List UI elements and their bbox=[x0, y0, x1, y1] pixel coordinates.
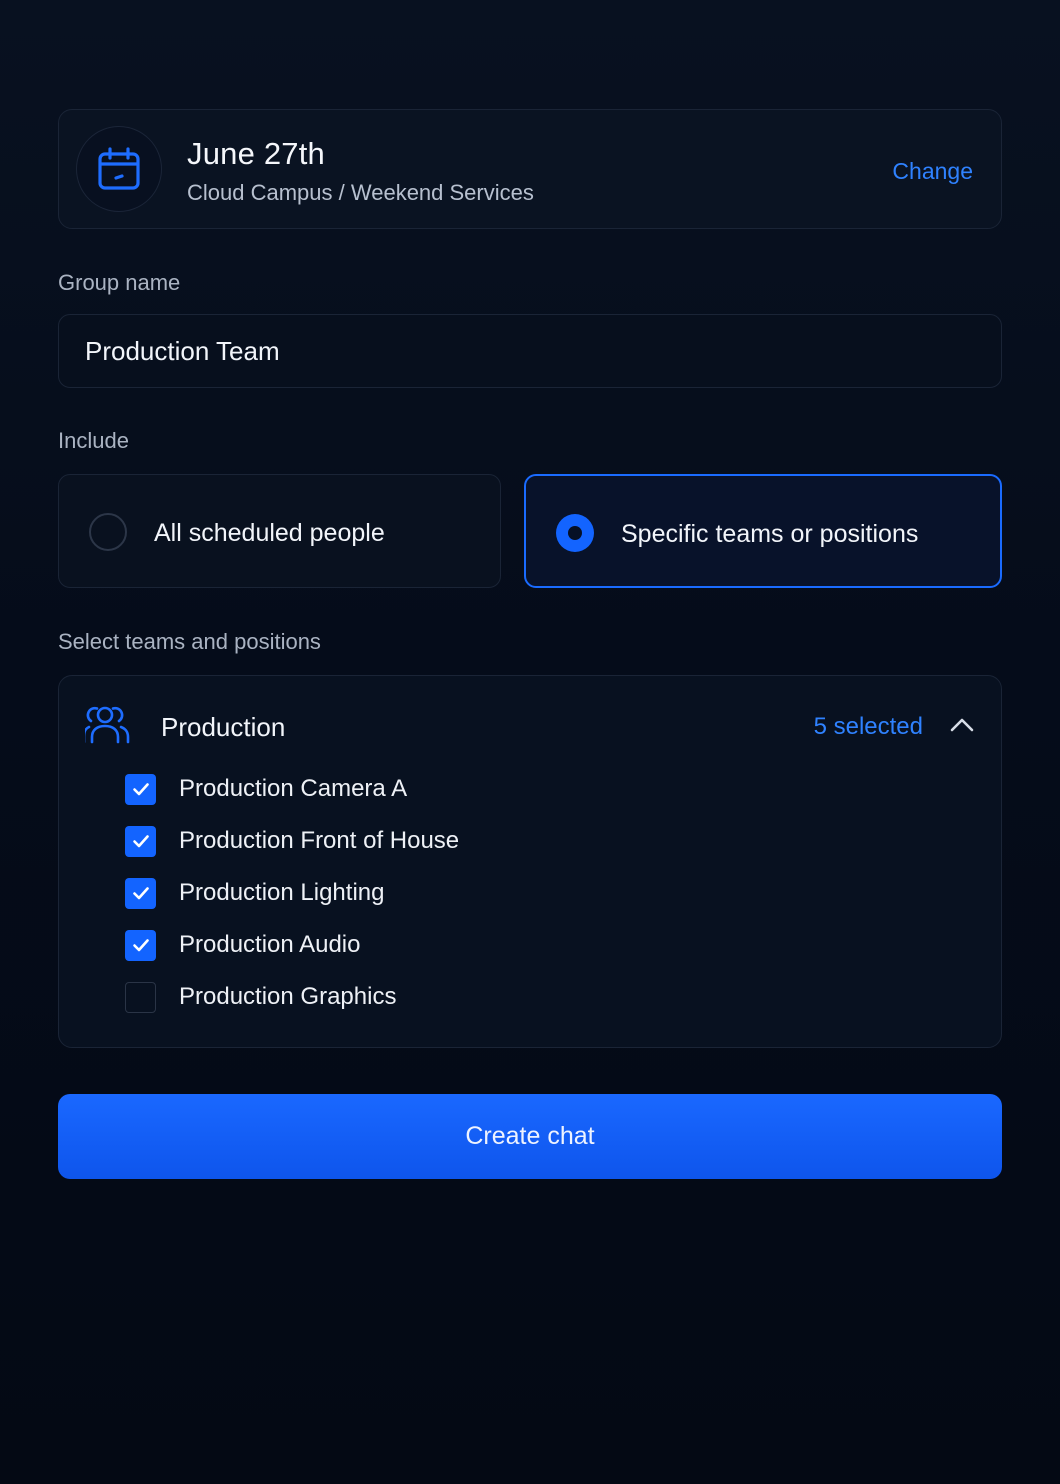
checkbox-checked[interactable] bbox=[125, 929, 156, 961]
team-item-label: Production Camera A bbox=[179, 775, 408, 802]
check-icon bbox=[132, 939, 149, 952]
event-icon-circle bbox=[76, 126, 162, 212]
teams-group-card: Production 5 selected Production Camera … bbox=[58, 675, 1002, 1048]
radio-selected-icon bbox=[556, 514, 594, 552]
team-item[interactable]: Production Lighting bbox=[125, 877, 384, 909]
team-item-label: Production Audio bbox=[179, 931, 361, 958]
checkbox-checked[interactable] bbox=[125, 877, 156, 909]
check-icon bbox=[132, 783, 149, 796]
check-icon bbox=[132, 887, 149, 900]
team-item-label: Production Graphics bbox=[179, 983, 397, 1010]
option-specific-teams[interactable]: Specific teams or positions bbox=[524, 474, 1002, 588]
create-group-chat-form: June 27th Cloud Campus / Weekend Service… bbox=[0, 0, 1060, 1484]
event-card: June 27th Cloud Campus / Weekend Service… bbox=[58, 109, 1002, 229]
people-icon bbox=[85, 706, 130, 744]
team-item-label: Production Lighting bbox=[179, 879, 385, 906]
team-item[interactable]: Production Camera A bbox=[125, 773, 407, 805]
team-item[interactable]: Production Front of House bbox=[125, 825, 459, 857]
team-item-label: Production Front of House bbox=[179, 827, 460, 854]
option-specific-teams-label: Specific teams or positions bbox=[621, 520, 919, 548]
selected-count: 5 selected bbox=[813, 713, 923, 740]
change-event-link[interactable]: Change bbox=[892, 158, 973, 185]
group-name-input[interactable]: Production Team bbox=[58, 314, 1002, 388]
checkbox-unchecked[interactable] bbox=[125, 981, 156, 1013]
option-all-scheduled-label: All scheduled people bbox=[154, 519, 385, 547]
event-location: Cloud Campus / Weekend Services bbox=[187, 180, 534, 205]
option-all-scheduled[interactable]: All scheduled people bbox=[58, 474, 501, 588]
radio-unselected-icon bbox=[89, 513, 127, 551]
checkbox-checked[interactable] bbox=[125, 773, 156, 805]
create-chat-button[interactable]: Create chat bbox=[58, 1094, 1002, 1179]
team-item[interactable]: Production Graphics bbox=[125, 981, 396, 1013]
team-item[interactable]: Production Audio bbox=[125, 929, 360, 961]
group-name-value: Production Team bbox=[85, 335, 280, 366]
checkbox-checked[interactable] bbox=[125, 825, 156, 857]
check-icon bbox=[132, 835, 149, 848]
group-title: Production bbox=[161, 712, 286, 742]
teams-label: Select teams and positions bbox=[58, 629, 321, 654]
chevron-up-icon[interactable] bbox=[949, 712, 975, 738]
group-name-label: Group name bbox=[58, 270, 181, 295]
include-label: Include bbox=[58, 428, 129, 453]
calendar-icon bbox=[98, 147, 140, 190]
event-date: June 27th bbox=[187, 136, 325, 171]
